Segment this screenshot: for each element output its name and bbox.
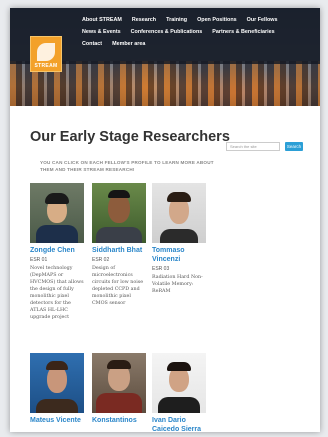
researcher-photo[interactable] <box>152 353 206 413</box>
researcher-photo[interactable] <box>30 353 84 413</box>
page-frame: STREAM About STREAM Research Training Op… <box>10 8 320 432</box>
stream-logo[interactable]: STREAM <box>30 36 62 72</box>
nav-our-fellows[interactable]: Our Fellows <box>247 17 278 23</box>
researcher-card[interactable]: Mateus Vicente <box>30 353 86 425</box>
photo-body <box>160 229 198 243</box>
photo-body <box>96 393 142 413</box>
nav-row-3: Contact Member area <box>82 41 155 47</box>
researcher-name[interactable]: Zongde Chen <box>30 246 86 255</box>
photo-body <box>158 397 200 413</box>
nav-contact[interactable]: Contact <box>82 41 102 47</box>
photo-hair <box>107 360 131 369</box>
photo-body <box>36 399 78 413</box>
researcher-name[interactable]: Mateus Vicente <box>30 416 86 425</box>
researcher-role: ESR 01 <box>30 257 48 263</box>
nav-row-1: About STREAM Research Training Open Posi… <box>82 17 287 23</box>
nav-open-positions[interactable]: Open Positions <box>197 17 237 23</box>
researcher-role: ESR 02 <box>92 257 110 263</box>
nav-research[interactable]: Research <box>132 17 156 23</box>
page-title: Our Early Stage Researchers <box>30 129 230 145</box>
photo-body <box>96 227 142 243</box>
researcher-role: ESR 03 <box>152 266 170 272</box>
researcher-card[interactable]: Zongde Chen ESR 01 Novel technology (Dep… <box>30 183 86 321</box>
researcher-name[interactable]: Siddharth Bhat <box>92 246 148 255</box>
researcher-photo[interactable] <box>30 183 84 243</box>
site-header: STREAM About STREAM Research Training Op… <box>10 8 320 106</box>
researcher-description: Radiation Hard Non-Volatile Memory: ReRA… <box>152 275 203 294</box>
photo-body <box>36 225 78 243</box>
photo-hair <box>108 190 130 198</box>
researcher-name[interactable]: Ivan Dario Caicedo Sierra <box>152 416 208 432</box>
researcher-description: Novel technology (DepMAPS or HVCMOS) tha… <box>30 266 84 320</box>
photo-hair <box>167 362 191 371</box>
logo-text: STREAM <box>34 63 58 69</box>
nav-training[interactable]: Training <box>166 17 187 23</box>
nav-conferences[interactable]: Conferences & Publications <box>131 29 203 35</box>
researcher-card[interactable]: Konstantinos <box>92 353 148 425</box>
researcher-name[interactable]: Konstantinos <box>92 416 148 425</box>
search-button[interactable]: Search <box>285 142 303 151</box>
nav-member-area[interactable]: Member area <box>112 41 145 47</box>
nav-row-2: News & Events Conferences & Publications… <box>82 29 285 35</box>
researcher-photo[interactable] <box>92 183 146 243</box>
researcher-photo[interactable] <box>92 353 146 413</box>
photo-hair <box>45 193 69 204</box>
nav-partners[interactable]: Partners & Beneficiaries <box>212 29 274 35</box>
search-input[interactable]: Search the site <box>226 142 280 151</box>
researcher-description: Design of microelectronics circuits for … <box>92 266 144 306</box>
researcher-name[interactable]: Tommaso Vincenzi <box>152 246 208 264</box>
page-intro: YOU CAN CLICK ON EACH FELLOW'S PROFILE T… <box>40 160 214 172</box>
photo-hair <box>46 361 68 370</box>
main-content: Our Early Stage Researchers YOU CAN CLIC… <box>10 106 320 432</box>
researcher-card[interactable]: Ivan Dario Caicedo Sierra <box>152 353 208 432</box>
nav-about[interactable]: About STREAM <box>82 17 122 23</box>
researcher-photo[interactable] <box>152 183 206 243</box>
logo-mark-icon <box>37 43 55 61</box>
researcher-card[interactable]: Tommaso Vincenzi ESR 03 Radiation Hard N… <box>152 183 208 295</box>
photo-hair <box>167 192 191 202</box>
researcher-card[interactable]: Siddharth Bhat ESR 02 Design of microele… <box>92 183 148 307</box>
nav-news-events[interactable]: News & Events <box>82 29 121 35</box>
